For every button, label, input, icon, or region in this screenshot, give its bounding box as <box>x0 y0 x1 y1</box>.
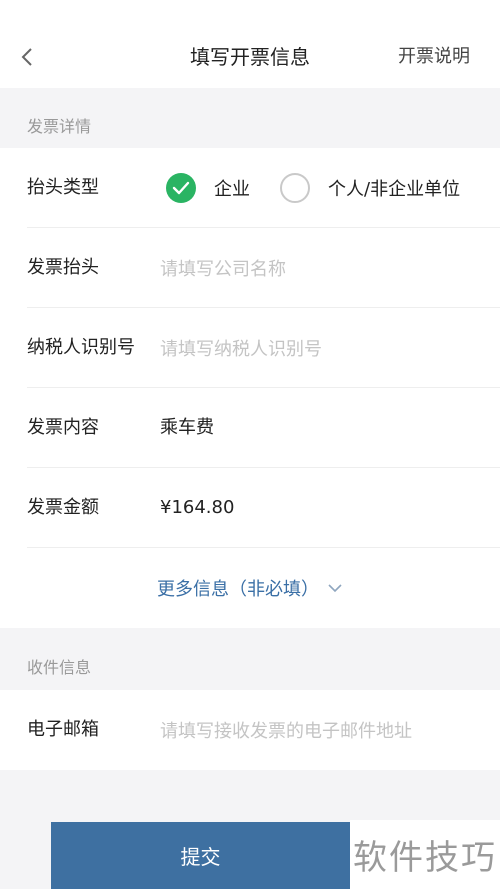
header-type-row: 抬头类型 企业 个人/非企业单位 <box>27 148 500 228</box>
invoice-title-label: 发票抬头 <box>27 257 99 278</box>
submit-button[interactable]: 提交 <box>51 822 350 889</box>
taxpayer-id-label: 纳税人识别号 <box>27 337 135 358</box>
invoice-content-label: 发票内容 <box>27 417 99 438</box>
radio-personal-label[interactable]: 个人/非企业单位 <box>328 175 460 201</box>
taxpayer-id-row: 纳税人识别号 <box>27 308 500 388</box>
email-input[interactable] <box>160 718 470 744</box>
invoice-section-title: 发票详情 <box>27 117 92 136</box>
invoice-title-row: 发票抬头 <box>27 228 500 308</box>
invoice-amount-value: ¥164.80 <box>160 497 235 518</box>
invoice-title-input[interactable] <box>160 256 470 282</box>
recipient-card: 电子邮箱 <box>0 690 500 770</box>
invoice-amount-row: 发票金额 ¥164.80 <box>27 468 500 548</box>
watermark-text: 软件技巧 <box>350 820 500 889</box>
taxpayer-id-input[interactable] <box>160 336 470 362</box>
radio-enterprise-label[interactable]: 企业 <box>214 175 250 201</box>
invoice-content-row: 发票内容 乘车费 <box>27 388 500 468</box>
radio-personal[interactable] <box>280 173 310 203</box>
header-type-label: 抬头类型 <box>27 177 99 198</box>
invoice-content-value: 乘车费 <box>160 417 214 438</box>
radio-enterprise[interactable] <box>166 173 196 203</box>
invoice-details-card: 抬头类型 企业 个人/非企业单位 发票抬头 纳税人识别号 发票内容 乘车费 发票… <box>0 148 500 628</box>
recipient-section-title: 收件信息 <box>27 658 92 677</box>
nav-bar: 填写开票信息 开票说明 <box>0 0 500 88</box>
invoice-amount-label: 发票金额 <box>27 497 99 518</box>
email-row: 电子邮箱 <box>27 690 500 770</box>
check-icon <box>172 181 190 195</box>
more-info-label: 更多信息（非必填） <box>157 579 319 600</box>
email-label: 电子邮箱 <box>27 719 99 740</box>
header-type-radio-group: 企业 个人/非企业单位 <box>166 173 460 203</box>
chevron-down-icon <box>328 584 342 593</box>
invoice-help-link[interactable]: 开票说明 <box>398 40 470 74</box>
more-info-toggle[interactable]: 更多信息（非必填） <box>0 548 500 628</box>
